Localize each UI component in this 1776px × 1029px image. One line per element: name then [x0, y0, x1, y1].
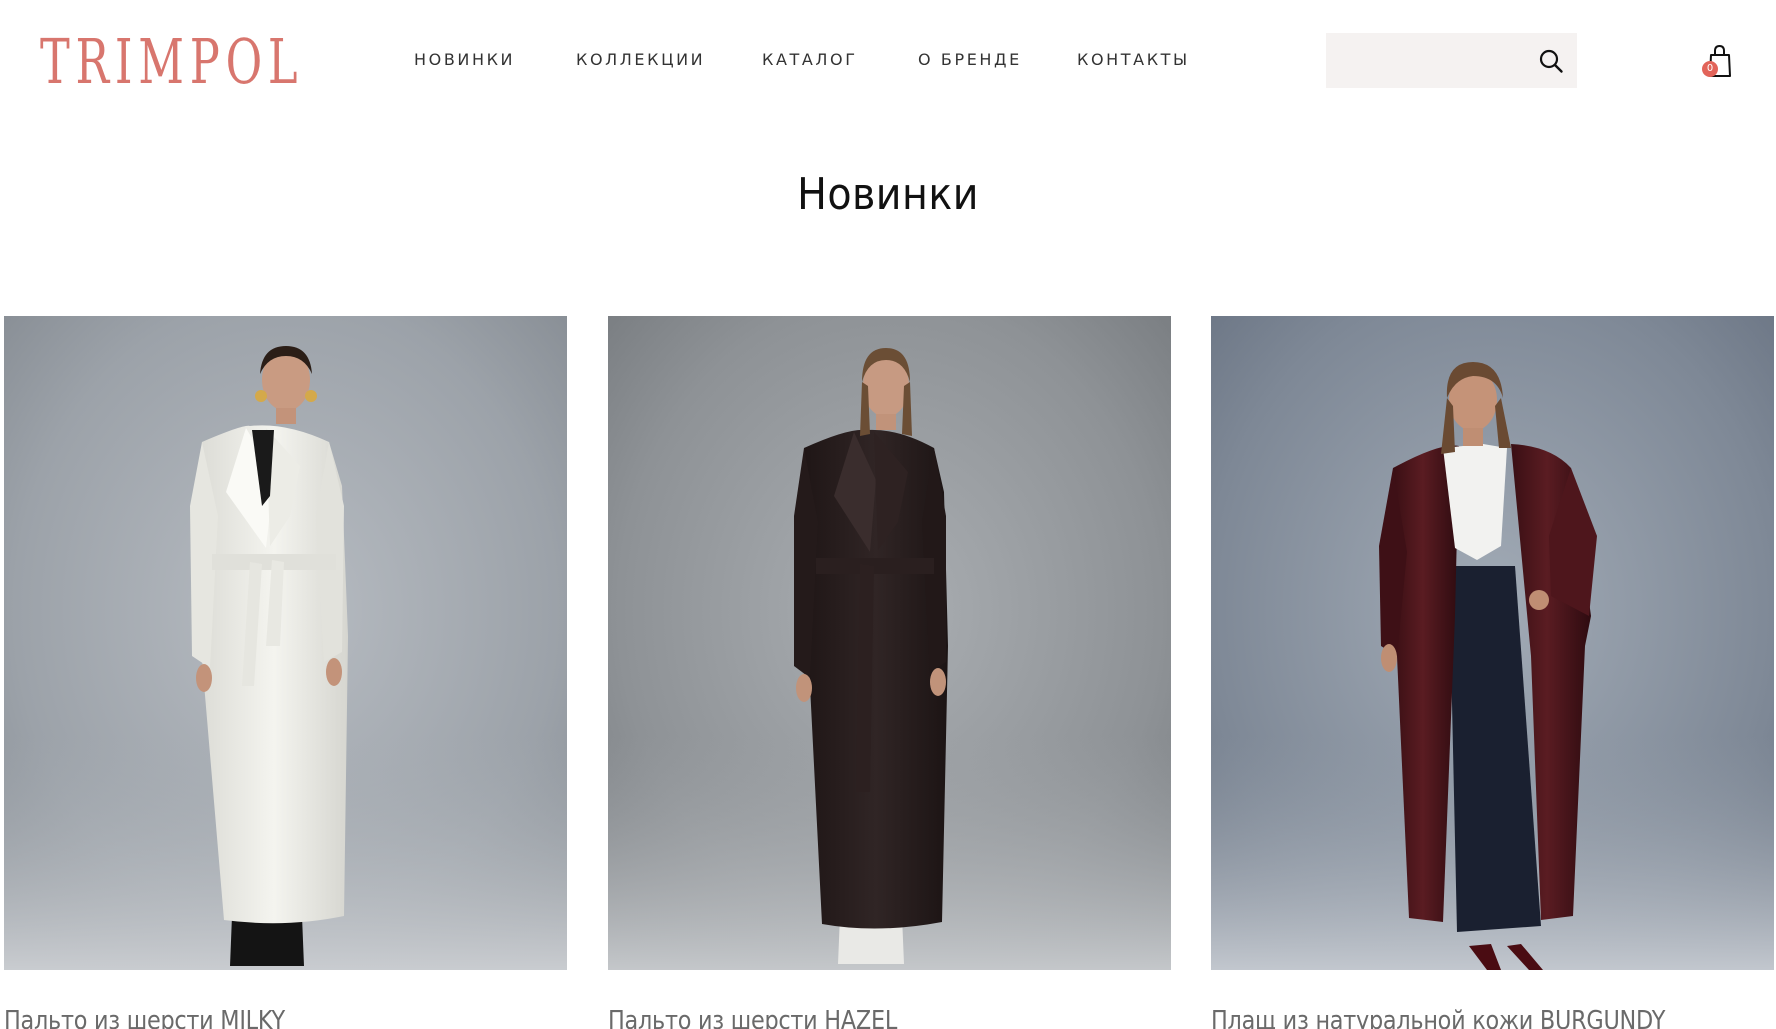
product-card[interactable]: Плащ из натуральной кожи BURGUNDY: [1211, 316, 1774, 1029]
product-card[interactable]: Пальто из шерсти MILKY: [4, 316, 567, 1029]
brand-logo[interactable]: TRIMPOL: [40, 31, 303, 93]
nav-item-contacts[interactable]: КОНТАКТЫ: [1077, 48, 1190, 72]
search-input[interactable]: [1326, 33, 1516, 88]
page-title: Новинки: [797, 169, 979, 220]
nav-item-about-brand[interactable]: О БРЕНДЕ: [918, 48, 1022, 72]
product-name[interactable]: Пальто из шерсти MILKY: [4, 1003, 285, 1029]
nav-item-novinki[interactable]: НОВИНКИ: [414, 48, 515, 72]
product-name[interactable]: Плащ из натуральной кожи BURGUNDY: [1211, 1003, 1665, 1029]
product-image[interactable]: [1211, 316, 1774, 970]
product-name[interactable]: Пальто из шерсти HAZEL: [608, 1003, 897, 1029]
search-box: [1326, 33, 1577, 88]
product-image[interactable]: [4, 316, 567, 970]
nav-item-collections[interactable]: КОЛЛЕКЦИИ: [576, 48, 705, 72]
search-icon[interactable]: [1538, 48, 1564, 74]
cart-count-badge: 0: [1702, 61, 1718, 77]
product-card[interactable]: Пальто из шерсти HAZEL: [608, 316, 1171, 1029]
product-image[interactable]: [608, 316, 1171, 970]
nav-item-catalog[interactable]: КАТАЛОГ: [762, 48, 858, 72]
page: TRIMPOL НОВИНКИ КОЛЛЕКЦИИ КАТАЛОГ О БРЕН…: [0, 0, 1776, 1029]
cart-button[interactable]: 0: [1700, 43, 1734, 79]
